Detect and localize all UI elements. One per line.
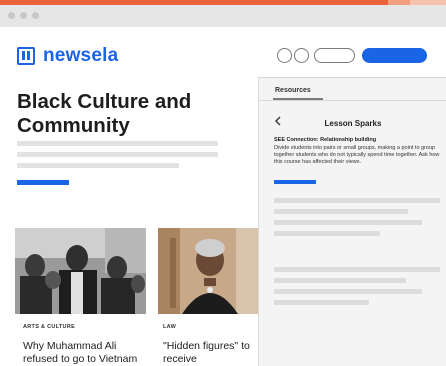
text-placeholder-line (274, 209, 408, 214)
card-image-hidden-figures[interactable] (158, 228, 258, 314)
window-minimize-dot[interactable] (20, 12, 27, 19)
card-tag: LAW (163, 324, 177, 330)
card-tag: ARTS & CULTURE (23, 324, 76, 330)
browser-titlebar (0, 5, 446, 27)
lesson-link-bar[interactable] (274, 180, 316, 184)
read-link-bar[interactable] (17, 180, 69, 185)
header-circle-button[interactable] (294, 48, 309, 63)
text-placeholder-line (274, 198, 440, 203)
text-placeholder-line (274, 220, 422, 225)
text-placeholder-line (274, 300, 369, 305)
text-placeholder-line (17, 152, 218, 157)
text-placeholder-line (17, 141, 218, 146)
window-close-dot[interactable] (8, 12, 15, 19)
header-outline-button[interactable] (314, 48, 355, 63)
text-placeholder-line (17, 163, 179, 168)
resources-panel: Resources Lesson Sparks SEE Connection: … (258, 77, 446, 366)
page-title: Black Culture and Community (17, 90, 192, 137)
card-image-ali[interactable] (15, 228, 146, 314)
newsela-logo[interactable]: newsela (17, 45, 118, 67)
card-title[interactable]: "Hidden figures" to receive Congressiona… (163, 340, 258, 366)
lesson-body: Divide students into pairs or small grou… (274, 145, 440, 165)
text-placeholder-line (274, 289, 422, 294)
window-maximize-dot[interactable] (32, 12, 39, 19)
header-primary-button[interactable] (362, 48, 427, 63)
card-title[interactable]: Why Muhammad Ali refused to go to Vietna… (23, 340, 141, 366)
logo-wordmark: newsela (43, 45, 119, 66)
tab-resources[interactable]: Resources (275, 87, 311, 94)
header-circle-button[interactable] (277, 48, 292, 63)
panel-divider (259, 100, 446, 101)
text-placeholder-line (274, 278, 406, 283)
newsela-book-icon (17, 47, 35, 65)
text-placeholder-line (274, 231, 380, 236)
lesson-subtitle: SEE Connection: Relationship building (274, 137, 377, 143)
text-placeholder-line (274, 267, 440, 272)
panel-title: Lesson Sparks (324, 119, 382, 128)
